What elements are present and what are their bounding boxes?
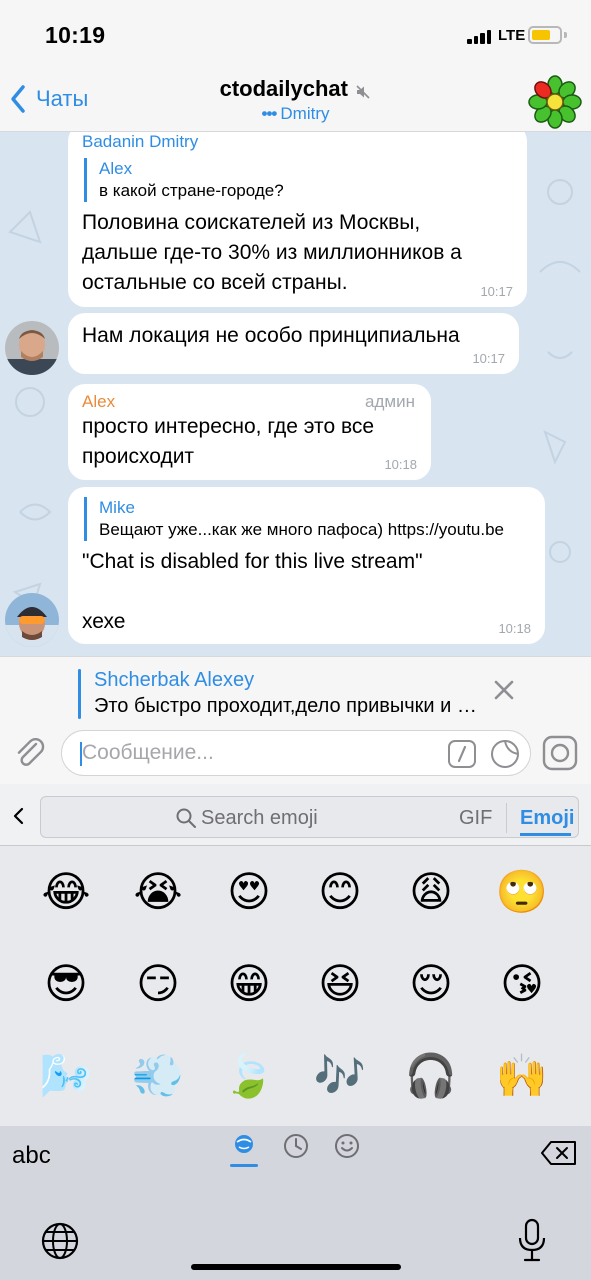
reply-quote[interactable]: Alex в какой стране-городе? bbox=[84, 158, 513, 202]
emoji-key[interactable]: 😎 bbox=[36, 954, 96, 1014]
message-bubble[interactable]: Alex админ просто интересно, где это все… bbox=[68, 384, 431, 480]
recent-icon[interactable] bbox=[282, 1132, 310, 1160]
message-text: Половина соискателей из Москвы, дальше г… bbox=[82, 211, 462, 294]
message-text: "Chat is disabled for this live stream" … bbox=[82, 550, 423, 633]
emoji-search-input[interactable]: Search emoji bbox=[201, 807, 318, 830]
emoji-key[interactable]: 🍃 bbox=[219, 1046, 279, 1106]
emoji-key[interactable]: 😆 bbox=[310, 954, 370, 1014]
icq-flower-icon[interactable] bbox=[527, 74, 583, 130]
emoji-keyboard-footer: abc bbox=[0, 1126, 591, 1280]
chat-title: ctodailychat bbox=[219, 76, 348, 101]
emoji-key[interactable]: 🎶 bbox=[310, 1046, 370, 1106]
reply-preview-author: Shcherbak Alexey bbox=[94, 669, 255, 691]
reply-text: в какой стране-городе? bbox=[99, 181, 284, 200]
message-bubble[interactable]: Mike Вещают уже...как же много пафоса) h… bbox=[68, 487, 545, 644]
emoji-key[interactable]: 😁 bbox=[219, 954, 279, 1014]
emoji-key[interactable]: 😘 bbox=[492, 954, 552, 1014]
message-placeholder: Сообщение... bbox=[82, 741, 214, 764]
message-time: 10:18 bbox=[498, 621, 531, 636]
network-label: LTE bbox=[498, 27, 526, 44]
status-time: 10:19 bbox=[45, 22, 106, 48]
signal-icon bbox=[467, 30, 493, 44]
admin-badge: админ bbox=[365, 392, 415, 411]
microphone-icon[interactable] bbox=[516, 1218, 548, 1264]
reply-quote[interactable]: Mike Вещают уже...как же много пафоса) h… bbox=[84, 497, 531, 541]
tab-gif[interactable]: GIF bbox=[459, 807, 492, 830]
emoji-key[interactable]: 😊 bbox=[310, 862, 370, 922]
emoji-keyboard-header: Search emoji GIF Emoji bbox=[0, 784, 591, 846]
globe-icon[interactable] bbox=[40, 1221, 80, 1261]
emoji-key[interactable]: 🙌 bbox=[492, 1046, 552, 1106]
emoji-key[interactable]: 😌 bbox=[401, 954, 461, 1014]
delete-icon[interactable] bbox=[540, 1140, 578, 1166]
tab-emoji[interactable]: Emoji bbox=[520, 807, 574, 830]
typing-user: Dmitry bbox=[280, 104, 330, 123]
emoji-key[interactable]: 😭 bbox=[128, 862, 188, 922]
message-sender[interactable]: Badanin Dmitry bbox=[82, 132, 513, 152]
message-text: просто интересно, где это все происходит bbox=[82, 415, 375, 468]
message-time: 10:17 bbox=[472, 351, 505, 366]
close-icon[interactable] bbox=[490, 676, 518, 704]
camera-icon[interactable] bbox=[541, 734, 579, 772]
emoji-key[interactable]: 💨 bbox=[128, 1046, 188, 1106]
emoji-key[interactable]: 😏 bbox=[128, 954, 188, 1014]
emoji-category-icon[interactable] bbox=[230, 1132, 258, 1160]
abc-key[interactable]: abc bbox=[12, 1142, 51, 1170]
mute-icon bbox=[356, 85, 370, 99]
message-time: 10:18 bbox=[384, 457, 417, 472]
attach-icon[interactable] bbox=[12, 734, 48, 770]
emoji-key[interactable]: 😩 bbox=[401, 862, 461, 922]
message-bubble[interactable]: Нам локация не особо принципиальна 10:17 bbox=[68, 313, 519, 374]
message-text: Нам локация не особо принципиальна bbox=[82, 324, 460, 347]
command-icon[interactable] bbox=[447, 739, 477, 769]
search-icon bbox=[176, 808, 196, 828]
nav-bar: Чаты ctodailychat ••• Dmitry bbox=[0, 72, 591, 132]
reply-author: Alex bbox=[99, 159, 133, 178]
emoji-key[interactable]: 🌬️ bbox=[36, 1046, 96, 1106]
sticker-icon[interactable] bbox=[489, 738, 521, 770]
emoji-key[interactable]: 😍 bbox=[219, 862, 279, 922]
emoji-key[interactable]: 😂 bbox=[36, 862, 96, 922]
reply-preview-text: Это быстро проходит,дело привычки и опыт… bbox=[94, 695, 486, 717]
typing-indicator: ••• Dmitry bbox=[261, 104, 330, 123]
emoji-search-bar[interactable]: Search emoji GIF Emoji bbox=[40, 796, 579, 838]
chat-area[interactable]: Badanin Dmitry Alex в какой стране-город… bbox=[0, 132, 591, 656]
avatar[interactable] bbox=[5, 593, 59, 647]
emoji-key[interactable]: 🎧 bbox=[401, 1046, 461, 1106]
message-time: 10:17 bbox=[480, 284, 513, 299]
reply-author: Mike bbox=[99, 498, 135, 517]
emoji-grid: 😂 😭 😍 😊 😩 🙄 😎 😏 😁 😆 😌 😘 🌬️ 💨 🍃 🎶 🎧 🙌 bbox=[0, 846, 591, 1126]
message-bubble[interactable]: Badanin Dmitry Alex в какой стране-город… bbox=[68, 132, 527, 307]
chevron-left-icon[interactable] bbox=[12, 806, 26, 826]
status-bar: 10:19 LTE bbox=[0, 0, 591, 72]
chat-header[interactable]: ctodailychat ••• Dmitry bbox=[0, 76, 591, 124]
home-indicator bbox=[191, 1264, 401, 1270]
smiley-icon[interactable] bbox=[333, 1132, 361, 1160]
emoji-keyboard: Search emoji GIF Emoji 😂 😭 😍 😊 😩 🙄 😎 😏 😁… bbox=[0, 784, 591, 1280]
avatar[interactable] bbox=[5, 321, 59, 375]
emoji-key[interactable]: 🙄 bbox=[492, 862, 552, 922]
battery-icon bbox=[528, 26, 562, 44]
reply-text: Вещают уже...как же много пафоса) https:… bbox=[99, 520, 505, 539]
